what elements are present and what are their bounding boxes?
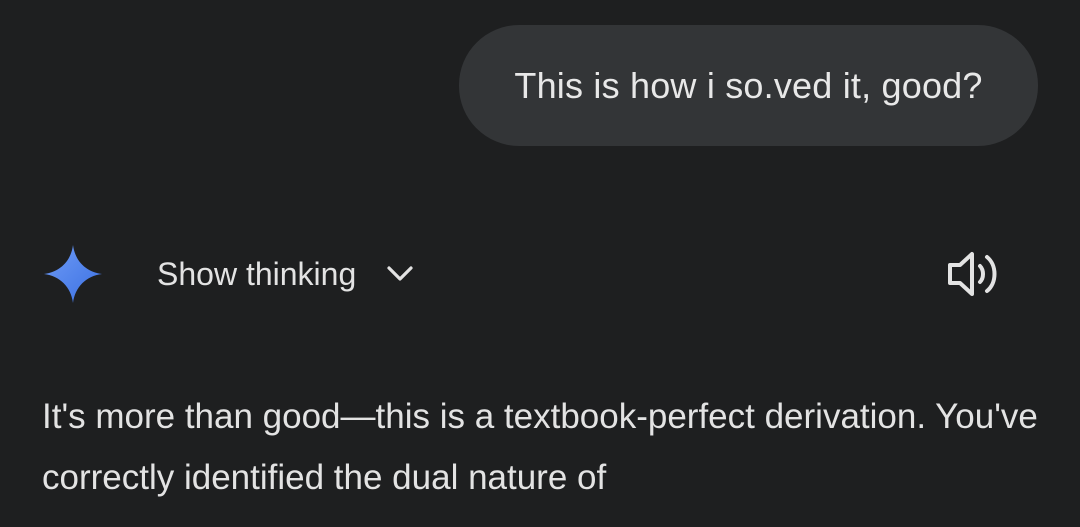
user-message-bubble: This is how i so.ved it, good? (459, 25, 1038, 146)
user-message-text: This is how i so.ved it, good? (514, 64, 983, 106)
gemini-spark-icon (44, 245, 102, 303)
speaker-icon[interactable] (944, 248, 1002, 300)
chevron-down-icon (387, 266, 413, 281)
show-thinking-toggle[interactable]: Show thinking (157, 251, 414, 297)
show-thinking-label: Show thinking (157, 255, 357, 292)
assistant-response-text: It's more than good—this is a textbook-p… (42, 397, 1038, 497)
